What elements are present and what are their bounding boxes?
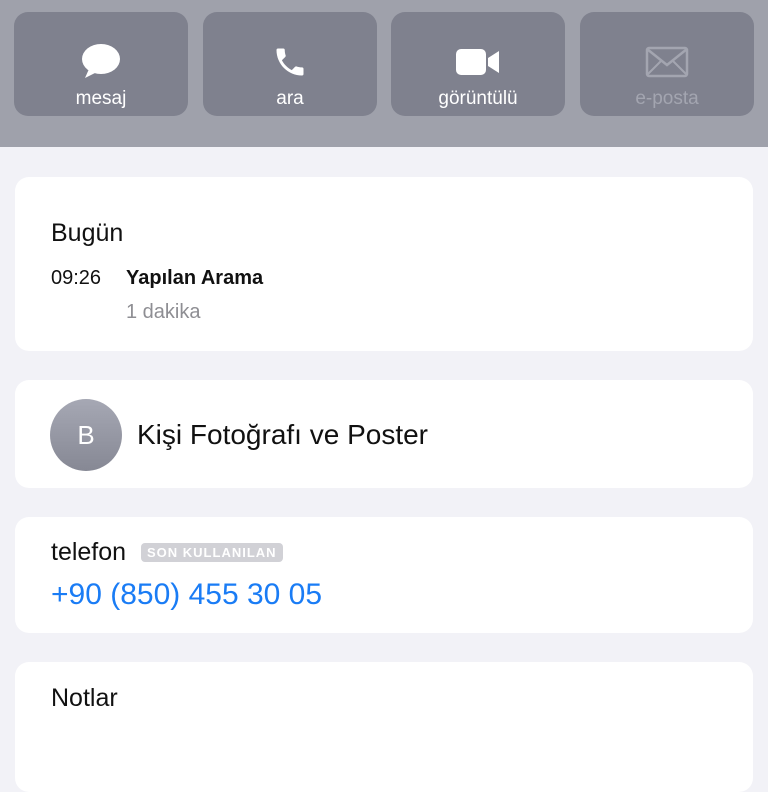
contact-photo-poster-label: Kişi Fotoğrafı ve Poster	[137, 419, 429, 450]
call-duration: 1 dakika	[126, 301, 201, 323]
message-button[interactable]: mesaj	[14, 12, 188, 116]
call-type: Yapılan Arama	[126, 267, 264, 289]
email-button-label: e-posta	[635, 88, 699, 109]
recently-used-badge: SON KULLANILAN	[141, 543, 283, 562]
email-button[interactable]: e-posta	[580, 12, 754, 116]
contact-photo-poster-row[interactable]: B Kişi Fotoğrafı ve Poster	[15, 380, 753, 488]
message-bubble-icon	[14, 42, 188, 82]
avatar: B	[50, 399, 122, 471]
video-call-button-label: görüntülü	[438, 88, 518, 109]
call-time: 09:26	[51, 267, 102, 289]
phone-card: telefon SON KULLANILAN +90 (850) 455 30 …	[15, 517, 753, 633]
contact-header: mesaj ara görüntülü e-posta	[0, 0, 768, 147]
call-button-label: ara	[276, 88, 304, 109]
avatar-initial: B	[77, 419, 95, 450]
message-button-label: mesaj	[75, 88, 127, 109]
recent-calls-card: Bugün 09:26 Yapılan Arama 1 dakika	[15, 177, 753, 351]
phone-label: telefon	[51, 538, 127, 566]
notes-label: Notlar	[51, 684, 118, 712]
call-button[interactable]: ara	[203, 12, 377, 116]
recent-calls-day: Bugün	[51, 219, 124, 247]
video-camera-icon	[391, 42, 565, 82]
notes-card[interactable]: Notlar	[15, 662, 753, 792]
phone-icon	[203, 42, 377, 82]
phone-number-link[interactable]: +90 (850) 455 30 05	[51, 578, 322, 612]
video-call-button[interactable]: görüntülü	[391, 12, 565, 116]
envelope-icon	[580, 42, 754, 82]
